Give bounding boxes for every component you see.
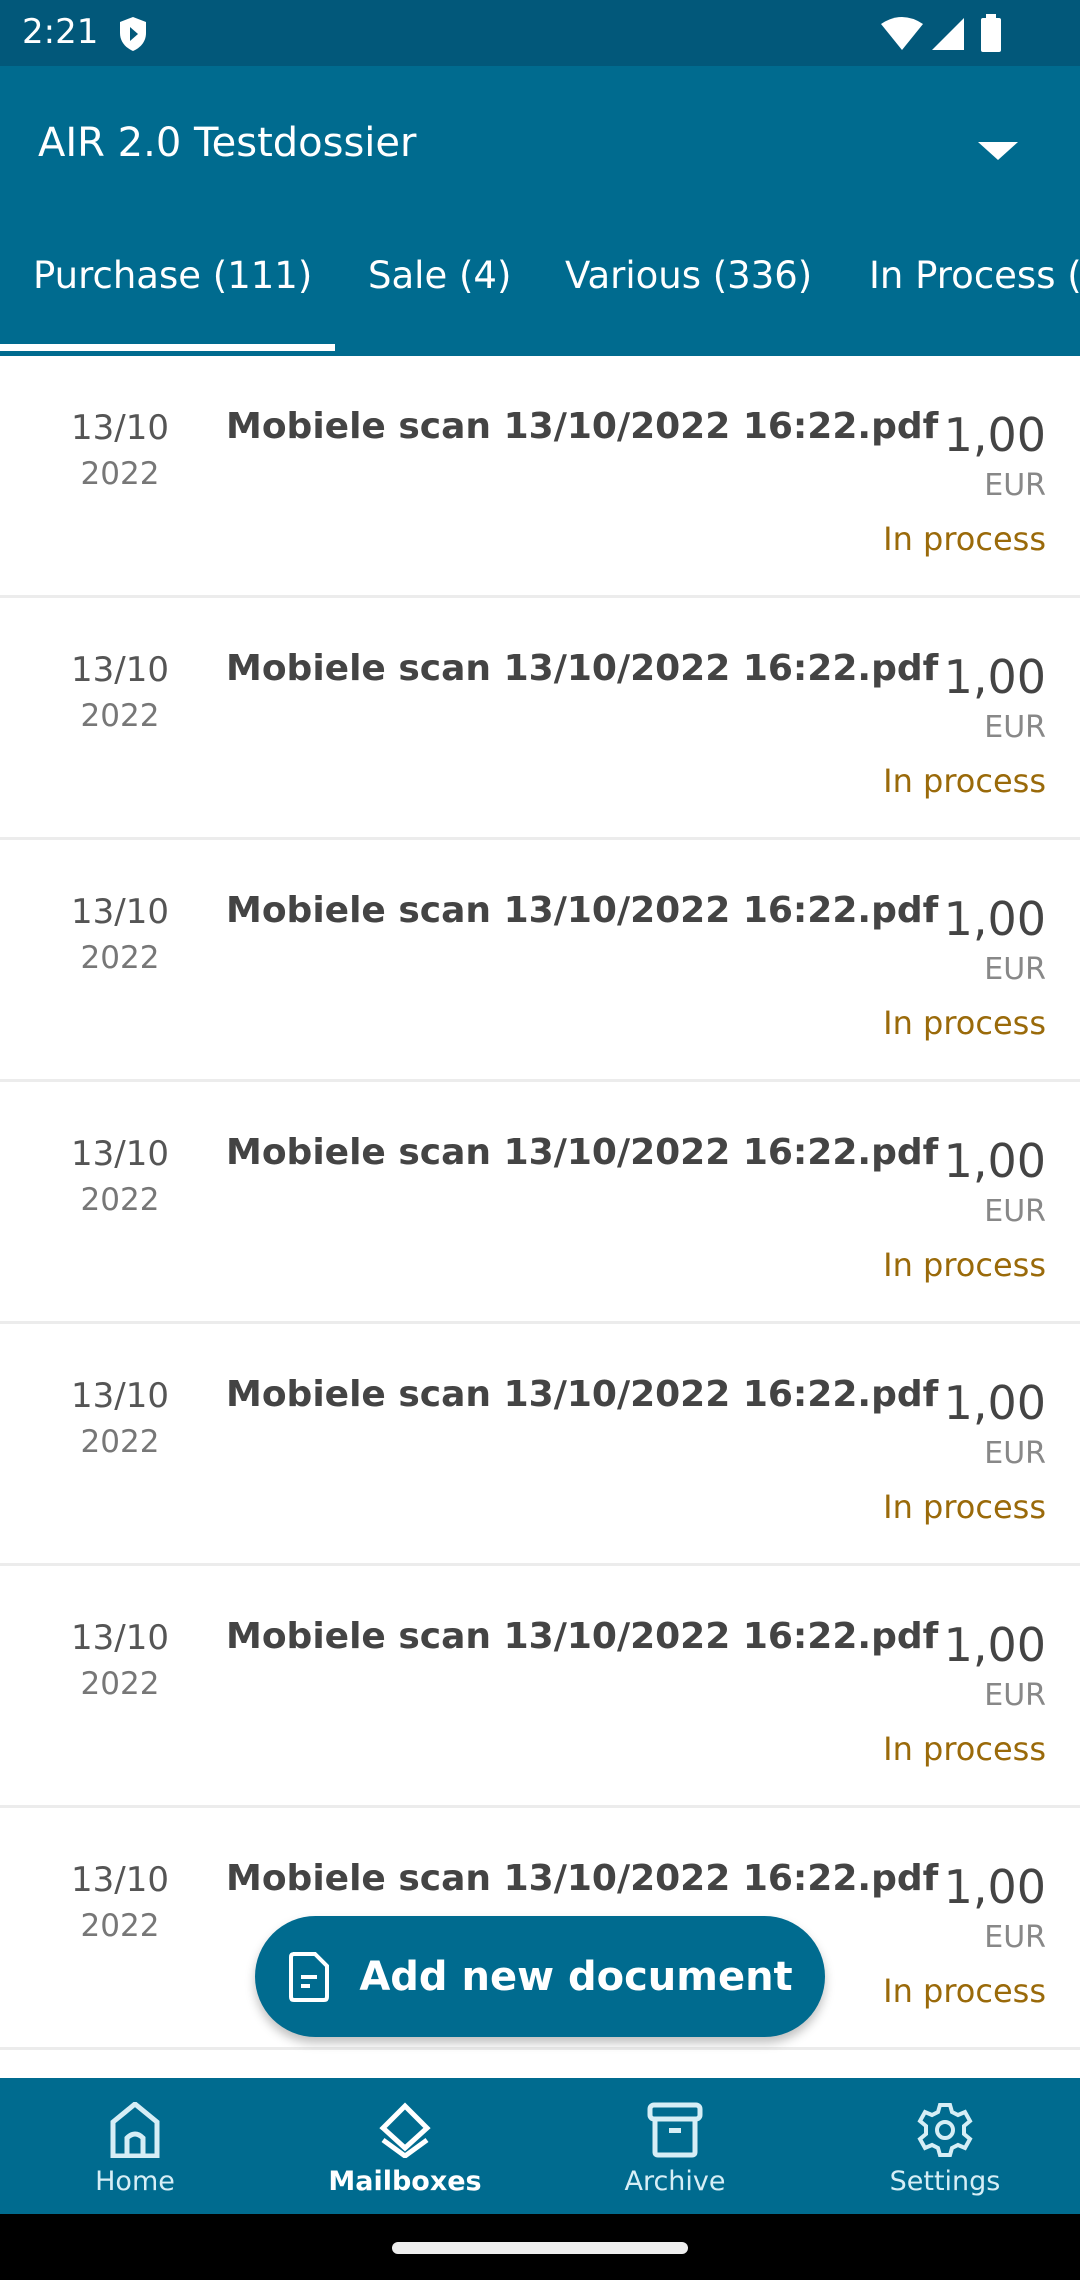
- document-amount: 1,00: [943, 650, 1046, 704]
- document-row[interactable]: 13/10 2022 Mobiele scan 13/10/2022 16:22.p…: [0, 840, 1080, 1082]
- document-year: 2022: [80, 1666, 160, 1702]
- document-status: In process: [883, 1488, 1046, 1526]
- app-bar: AIR 2.0 Testdossier Purchase (111) Sale …: [0, 66, 1080, 356]
- document-year: 2022: [80, 456, 160, 492]
- nav-home[interactable]: Home: [0, 2078, 270, 2214]
- document-year: 2022: [80, 698, 160, 734]
- clock: 2:21: [22, 12, 99, 52]
- document-row[interactable]: 13/10 2022 Mobiele scan 13/10/2022 16:22.p…: [0, 1566, 1080, 1808]
- document-date: 13/10: [71, 1134, 169, 1174]
- document-name: Mobiele scan 13/10/2022 16:22.pdf: [226, 1616, 939, 1657]
- nav-mailboxes[interactable]: Mailboxes: [270, 2078, 540, 2214]
- document-currency: EUR: [984, 1920, 1046, 1955]
- document-currency: EUR: [984, 1194, 1046, 1229]
- document-amount: 1,00: [943, 1860, 1046, 1914]
- document-row[interactable]: 13/10 2022 Mobiele scan 13/10/2022 16:22.p…: [0, 1082, 1080, 1324]
- document-status: In process: [883, 1246, 1046, 1284]
- shield-icon: [120, 17, 146, 51]
- document-row[interactable]: 13/10 2022 Mobiele scan 13/10/2022 16:22.p…: [0, 1324, 1080, 1566]
- document-name: Mobiele scan 13/10/2022 16:22.pdf: [226, 890, 939, 931]
- document-year: 2022: [80, 940, 160, 976]
- wifi-icon: [881, 17, 923, 50]
- document-date: 13/10: [71, 892, 169, 932]
- document-currency: EUR: [984, 1436, 1046, 1471]
- home-gesture-handle[interactable]: [392, 2242, 688, 2254]
- document-currency: EUR: [984, 1678, 1046, 1713]
- document-currency: EUR: [984, 468, 1046, 503]
- fab-label: Add new document: [359, 1953, 793, 2000]
- document-row[interactable]: 13/10 2022 Mobiele scan 13/10/2022 16:22.p…: [0, 598, 1080, 840]
- document-date: 13/10: [71, 650, 169, 690]
- battery-icon: [981, 14, 1001, 52]
- status-bar: 2:21: [0, 0, 1080, 66]
- bottom-navigation: Home Mailboxes Archive Settings: [0, 2078, 1080, 2214]
- document-currency: EUR: [984, 710, 1046, 745]
- document-status: In process: [883, 520, 1046, 558]
- layers-icon: [379, 2102, 431, 2158]
- document-status: In process: [883, 1730, 1046, 1768]
- document-date: 13/10: [71, 1860, 169, 1900]
- tab-indicator: [0, 344, 335, 351]
- dropdown-arrow-icon[interactable]: [978, 142, 1018, 160]
- document-amount: 1,00: [943, 1618, 1046, 1672]
- document-date: 13/10: [71, 1618, 169, 1658]
- document-amount: 1,00: [943, 1376, 1046, 1430]
- signal-icon: [932, 18, 964, 50]
- document-status: In process: [883, 1004, 1046, 1042]
- archive-icon: [647, 2102, 703, 2158]
- document-icon: [289, 1951, 330, 2002]
- document-name: Mobiele scan 13/10/2022 16:22.pdf: [226, 406, 939, 447]
- document-list: 13/10 2022 Mobiele scan 13/10/2022 16:22.p…: [0, 356, 1080, 2050]
- document-name: Mobiele scan 13/10/2022 16:22.pdf: [226, 1132, 939, 1173]
- tab-sale[interactable]: Sale (4): [368, 254, 511, 297]
- home-icon: [110, 2102, 160, 2158]
- document-amount: 1,00: [943, 1134, 1046, 1188]
- document-status: In process: [883, 762, 1046, 800]
- dossier-selector[interactable]: AIR 2.0 Testdossier: [38, 120, 416, 166]
- nav-settings[interactable]: Settings: [810, 2078, 1080, 2214]
- tab-purchase[interactable]: Purchase (111): [33, 254, 312, 297]
- document-amount: 1,00: [943, 892, 1046, 946]
- document-year: 2022: [80, 1908, 160, 1944]
- document-row[interactable]: 13/10 2022 Mobiele scan 13/10/2022 16:22.p…: [0, 356, 1080, 598]
- nav-archive[interactable]: Archive: [540, 2078, 810, 2214]
- gear-icon: [917, 2103, 973, 2157]
- document-year: 2022: [80, 1424, 160, 1460]
- document-amount: 1,00: [943, 408, 1046, 462]
- document-date: 13/10: [71, 1376, 169, 1416]
- document-status: In process: [883, 1972, 1046, 2010]
- tab-in-process[interactable]: In Process (: [869, 254, 1080, 297]
- document-date: 13/10: [71, 408, 169, 448]
- document-name: Mobiele scan 13/10/2022 16:22.pdf: [226, 1858, 939, 1899]
- tab-various[interactable]: Various (336): [565, 254, 812, 297]
- document-year: 2022: [80, 1182, 160, 1218]
- document-name: Mobiele scan 13/10/2022 16:22.pdf: [226, 1374, 939, 1415]
- document-currency: EUR: [984, 952, 1046, 987]
- document-name: Mobiele scan 13/10/2022 16:22.pdf: [226, 648, 939, 689]
- add-new-document-button[interactable]: Add new document: [255, 1916, 825, 2037]
